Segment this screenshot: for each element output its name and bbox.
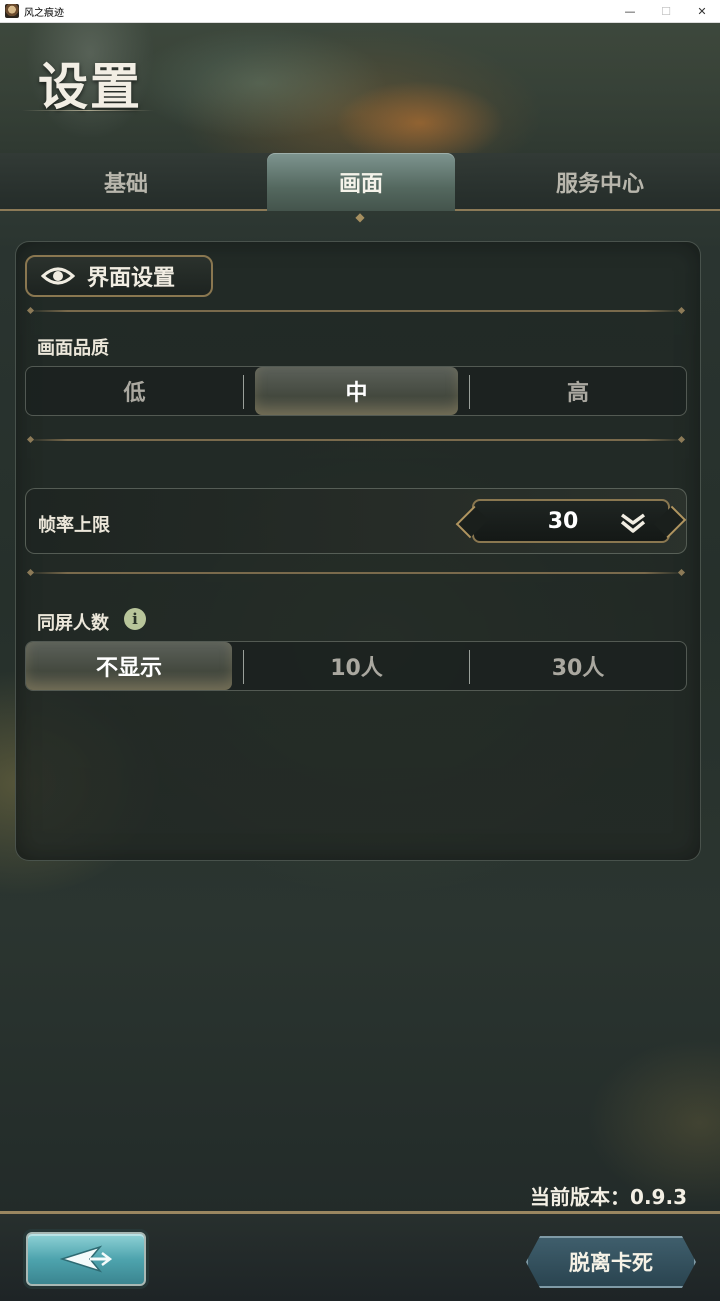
quality-option-high[interactable]: 高 (470, 367, 686, 415)
divider (28, 439, 684, 441)
app-icon (5, 4, 19, 18)
maximize-button[interactable]: ☐ (648, 0, 684, 23)
window-titlebar: 风之痕迹 — ☐ ✕ (0, 0, 720, 23)
window-controls: — ☐ ✕ (612, 0, 720, 23)
quality-option-low[interactable]: 低 (26, 367, 243, 415)
quality-label: 画面品质 (37, 338, 109, 359)
settings-header: 设置 (0, 23, 720, 153)
unstuck-button[interactable]: 脱离卡死 (526, 1236, 696, 1288)
section-title: 界面设置 (87, 266, 176, 291)
divider (28, 310, 684, 312)
close-button[interactable]: ✕ (684, 0, 720, 23)
game-viewport: 设置 基础 画面 服务中心 ◆ 界面设置 画面品质 低 中 高 帧率上限 30 (0, 23, 720, 1301)
eye-icon (41, 267, 75, 285)
chevron-down-icon (620, 513, 646, 533)
tab-bar: 基础 画面 服务中心 (0, 153, 720, 211)
separator (243, 375, 244, 409)
version-text: 当前版本：0.9.3 (530, 1185, 687, 1209)
section-header: 界面设置 (25, 255, 213, 297)
framerate-dropdown[interactable]: 30 (472, 499, 670, 543)
players-option-10[interactable]: 10人 (244, 642, 469, 690)
title-underline (22, 110, 154, 111)
players-label: 同屏人数 (37, 613, 109, 634)
back-arrow-icon (60, 1245, 112, 1273)
framerate-row: 帧率上限 30 (25, 488, 687, 554)
back-button[interactable] (26, 1232, 146, 1286)
players-option-30[interactable]: 30人 (470, 642, 686, 690)
framerate-value: 30 (547, 508, 579, 534)
framerate-label: 帧率上限 (38, 515, 110, 536)
page-title: 设置 (38, 57, 142, 116)
divider (28, 572, 684, 574)
tab-service-center[interactable]: 服务中心 (480, 153, 720, 211)
minimize-button[interactable]: — (612, 0, 648, 23)
tab-display[interactable]: 画面 (267, 153, 455, 211)
tab-basic[interactable]: 基础 (0, 153, 252, 211)
window-title: 风之痕迹 (24, 7, 64, 19)
players-option-hidden[interactable]: 不显示 (26, 642, 232, 690)
players-selector: 不显示 10人 30人 (25, 641, 687, 691)
quality-selector: 低 中 高 (25, 366, 687, 416)
tab-ornament-icon: ◆ (355, 210, 365, 224)
quality-option-medium[interactable]: 中 (255, 367, 458, 415)
info-icon[interactable]: i (124, 608, 146, 630)
